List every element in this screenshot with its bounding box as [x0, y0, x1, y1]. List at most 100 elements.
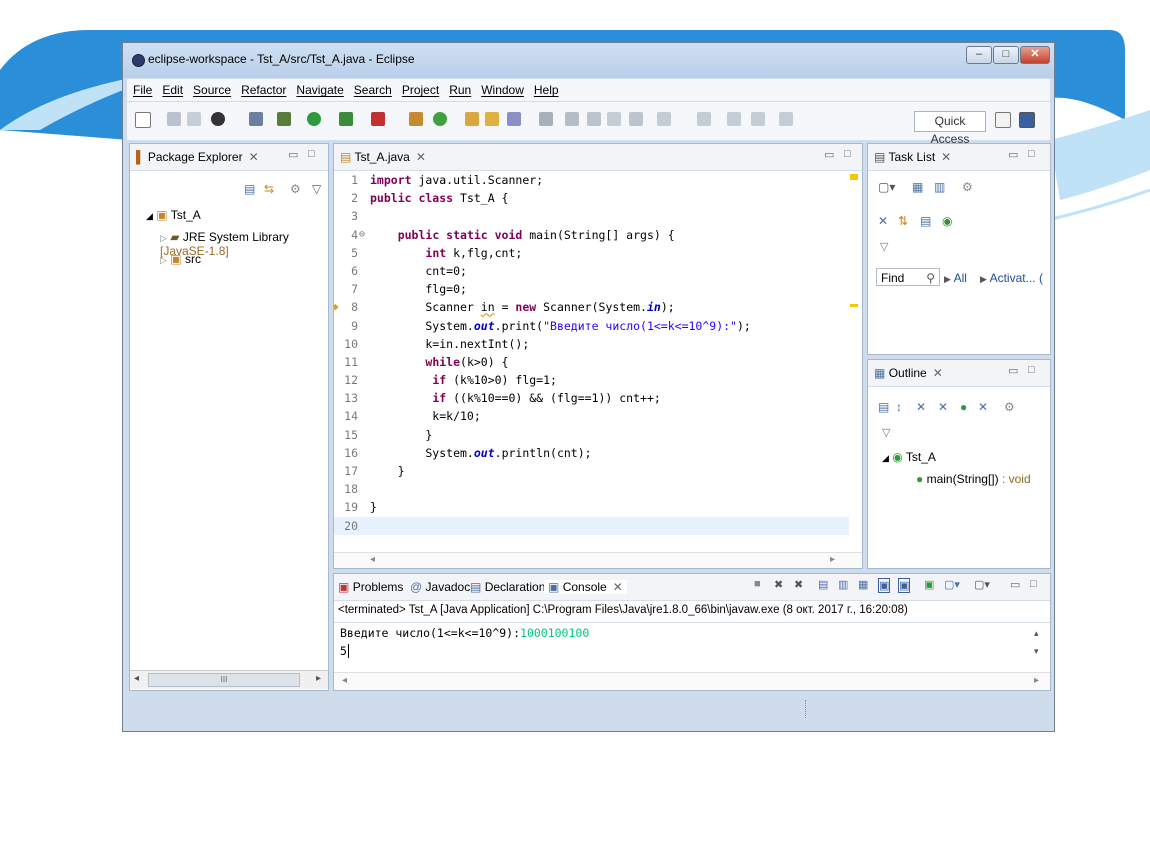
maximize-view-icon[interactable]: □: [308, 148, 315, 160]
external-tools-icon[interactable]: [371, 112, 385, 126]
hide-static-icon[interactable]: ✕: [938, 400, 948, 414]
forward-icon[interactable]: [779, 112, 793, 126]
scroll-left-icon[interactable]: ◂: [342, 675, 347, 686]
menu-refactor[interactable]: Refactor: [241, 83, 286, 97]
tree-item-project[interactable]: ◢ ▣ Tst_A: [146, 208, 201, 222]
console-horizontal-scrollbar[interactable]: ◂ ▸: [334, 672, 1050, 690]
maximize-view-icon[interactable]: □: [844, 148, 851, 160]
menu-run[interactable]: Run: [449, 83, 471, 97]
tab-console[interactable]: ▣ Console ✕: [544, 580, 627, 594]
new-task-icon[interactable]: ▢▾: [878, 180, 895, 194]
maximize-button[interactable]: □: [993, 46, 1019, 64]
open-console-icon[interactable]: ▢▾: [974, 578, 990, 591]
show-stderr-icon[interactable]: ▣: [898, 578, 911, 593]
scroll-up-icon[interactable]: ▴: [1034, 628, 1039, 639]
link-editor-icon[interactable]: ⇆: [264, 182, 274, 196]
open-perspective-icon[interactable]: [995, 112, 1011, 128]
editor-horizontal-scrollbar[interactable]: ◂ ▸: [334, 552, 862, 568]
activate-link[interactable]: ▶ Activat... (: [980, 271, 1043, 285]
new-class-icon[interactable]: [433, 112, 447, 126]
show-whitespace-icon[interactable]: [629, 112, 643, 126]
synchronize-icon[interactable]: ⇅: [898, 214, 908, 228]
minimize-view-icon[interactable]: ▭: [1008, 148, 1018, 161]
debug-run-icon[interactable]: [277, 112, 291, 126]
filter-all-link[interactable]: ▶ All: [944, 271, 967, 285]
menu-edit[interactable]: Edit: [162, 83, 183, 97]
close-icon[interactable]: ✕: [941, 150, 951, 164]
horizontal-scrollbar[interactable]: ◂ III ▸: [130, 670, 328, 689]
back-icon[interactable]: [751, 112, 765, 126]
menu-help[interactable]: Help: [534, 83, 559, 97]
close-icon[interactable]: ✕: [613, 580, 623, 594]
clear-console-icon[interactable]: ▤: [818, 578, 828, 591]
scroll-lock-icon[interactable]: ▥: [838, 578, 848, 591]
outline-item-main[interactable]: ● main(String[]) : void: [916, 472, 1031, 486]
overview-ruler-warning[interactable]: [850, 174, 858, 180]
console-output[interactable]: Введите число(1<=k<=10^9):1000100100 5: [340, 626, 589, 658]
overview-ruler-mark[interactable]: [850, 304, 858, 307]
collapse-all-icon[interactable]: ▤: [244, 182, 255, 196]
tab-package-explorer[interactable]: ▌ Package Explorer ✕: [136, 150, 259, 164]
scroll-right-icon[interactable]: ▸: [830, 554, 835, 565]
menu-search[interactable]: Search: [354, 83, 392, 97]
menu-source[interactable]: Source: [193, 83, 231, 97]
annotation-icon[interactable]: [539, 112, 553, 126]
word-wrap-icon[interactable]: ▦: [858, 578, 868, 591]
open-task-icon[interactable]: [485, 112, 499, 126]
tab-problems[interactable]: ▣ Problems: [338, 580, 403, 594]
java-perspective-icon[interactable]: [1019, 112, 1035, 128]
scheduled-icon[interactable]: ▥: [934, 180, 945, 194]
terminate-icon[interactable]: ■: [754, 578, 761, 590]
prev-annotation-icon[interactable]: [697, 112, 711, 126]
debug-icon[interactable]: [211, 112, 225, 126]
filter-icon[interactable]: ⚙: [290, 182, 301, 196]
open-type-icon[interactable]: [465, 112, 479, 126]
display-console-icon[interactable]: ▢▾: [944, 578, 960, 591]
hide-completed-icon[interactable]: ✕: [878, 214, 888, 228]
minimize-view-icon[interactable]: ▭: [1010, 578, 1020, 591]
hide-local-types-icon[interactable]: ✕: [978, 400, 988, 414]
save-icon[interactable]: [167, 112, 181, 126]
tab-outline[interactable]: ▦ Outline ✕: [874, 366, 943, 380]
coverage-icon[interactable]: [339, 112, 353, 126]
block-select-icon[interactable]: [587, 112, 601, 126]
scroll-right-icon[interactable]: ▸: [316, 673, 321, 684]
tab-tst-a-java[interactable]: ▤ Tst_A.java ✕: [340, 150, 426, 164]
outline-item-class[interactable]: ◢ ◉ Tst_A: [882, 450, 936, 464]
view-menu-icon[interactable]: ▽: [880, 240, 888, 253]
quick-access-input[interactable]: Quick Access: [914, 111, 986, 146]
view-menu-icon[interactable]: ▽: [882, 426, 890, 439]
menu-project[interactable]: Project: [402, 83, 439, 97]
minimize-view-icon[interactable]: ▭: [288, 148, 298, 161]
new-java-project-icon[interactable]: [409, 112, 423, 126]
close-icon[interactable]: ✕: [416, 150, 426, 164]
collapse-all-icon[interactable]: ▤: [920, 214, 931, 228]
focus-icon[interactable]: ⚙: [1004, 400, 1015, 414]
tree-item-src[interactable]: ▷ ▣ src: [160, 252, 201, 266]
remove-launch-icon[interactable]: ✖: [774, 578, 783, 591]
menu-navigate[interactable]: Navigate: [296, 83, 343, 97]
link-icon[interactable]: ◉: [942, 214, 952, 228]
categorized-icon[interactable]: ▦: [912, 180, 923, 194]
find-input[interactable]: Find ⚲: [876, 268, 940, 286]
maximize-view-icon[interactable]: □: [1028, 148, 1035, 160]
tab-declaration[interactable]: ▤ Declaration: [470, 580, 545, 594]
toggle-mark-icon[interactable]: [565, 112, 579, 126]
skip-breakpoints-icon[interactable]: [249, 112, 263, 126]
view-menu-icon[interactable]: ▽: [312, 182, 321, 196]
code-area[interactable]: 1 import java.util.Scanner; 2 public class…: [334, 171, 849, 535]
minimize-view-icon[interactable]: ▭: [824, 148, 834, 161]
close-icon[interactable]: ✕: [933, 366, 943, 380]
pin-console-icon[interactable]: ▣: [924, 578, 934, 591]
tab-javadoc[interactable]: @ Javadoc: [410, 580, 470, 594]
focus-icon[interactable]: ⚙: [962, 180, 973, 194]
tab-task-list[interactable]: ▤ Task List ✕: [874, 150, 951, 164]
scrollbar-thumb[interactable]: III: [148, 673, 300, 687]
scroll-right-icon[interactable]: ▸: [1034, 675, 1039, 686]
scroll-down-icon[interactable]: ▾: [1034, 646, 1039, 657]
hide-fields-icon[interactable]: ✕: [916, 400, 926, 414]
menu-file[interactable]: File: [133, 83, 152, 97]
next-annotation-icon[interactable]: [657, 112, 671, 126]
last-edit-icon[interactable]: [727, 112, 741, 126]
maximize-view-icon[interactable]: □: [1028, 364, 1035, 376]
